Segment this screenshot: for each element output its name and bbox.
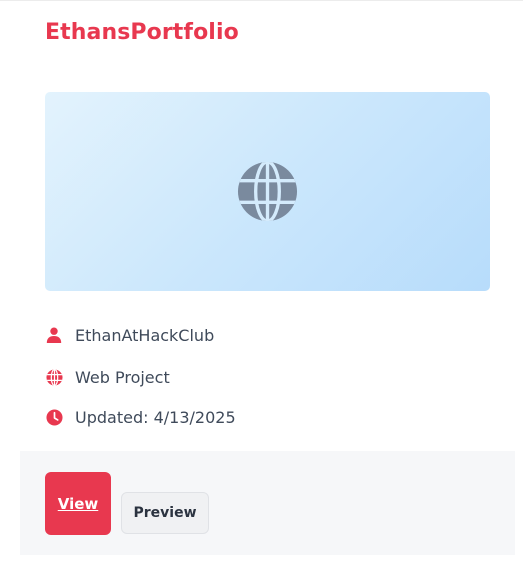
preview-button[interactable]: Preview [121,492,209,534]
author-row: EthanAtHackClub [45,323,214,347]
author-name: EthanAtHackClub [75,325,215,345]
updated-row: Updated: 4/13/2025 [45,405,236,429]
type-row: Web Project [45,365,170,389]
project-card: EthansPortfolio EthanAtHackClub Web Proj… [0,0,523,562]
project-type: Web Project [75,367,170,387]
clock-icon [45,408,63,426]
globe-icon [45,368,63,386]
project-title: EthansPortfolio [45,20,239,45]
user-icon [45,326,63,344]
card-actions: View Preview [20,451,515,555]
top-divider [0,0,523,1]
globe-icon [237,161,298,222]
updated-date: Updated: 4/13/2025 [75,407,236,427]
view-button[interactable]: View [45,472,111,535]
project-thumbnail [45,92,490,291]
